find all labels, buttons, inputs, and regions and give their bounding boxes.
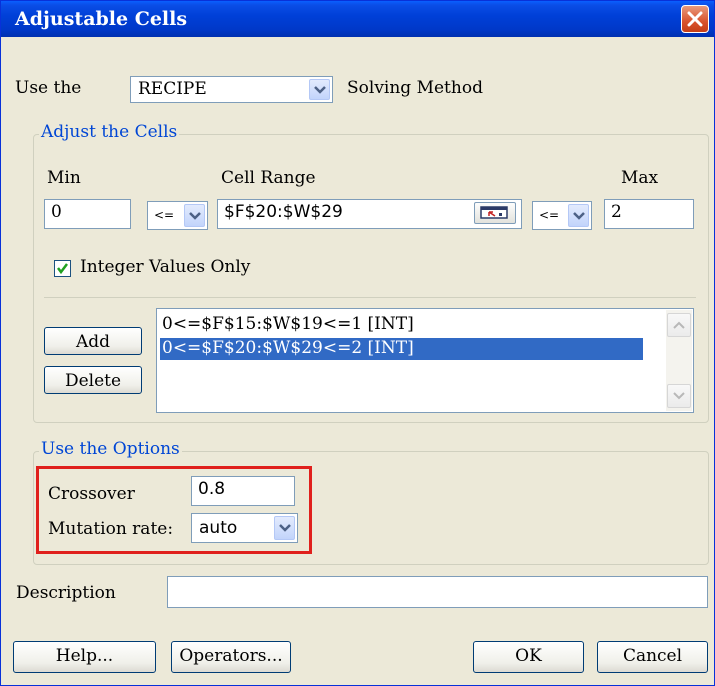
range-select-icon — [480, 206, 508, 219]
close-button[interactable] — [681, 5, 709, 33]
min-operator-dropdown-button[interactable] — [184, 204, 205, 227]
scroll-down-button[interactable] — [667, 384, 691, 408]
operators-button[interactable]: Operators... — [171, 641, 291, 673]
checkmark-icon — [57, 263, 68, 275]
delete-button[interactable]: Delete — [44, 366, 142, 394]
description-input[interactable] — [167, 576, 708, 608]
constraint-item[interactable]: 0<=$F$15:$W$19<=1 [INT] — [160, 314, 414, 336]
cell-range-label: Cell Range — [221, 168, 316, 188]
min-label: Min — [47, 168, 81, 188]
scroll-up-button[interactable] — [667, 313, 691, 337]
solving-method-select[interactable]: RECIPE — [130, 76, 333, 103]
chevron-down-icon — [314, 85, 326, 94]
method-suffix-label: Solving Method — [347, 78, 483, 98]
solving-method-value: RECIPE — [138, 79, 207, 99]
chevron-down-icon — [673, 392, 685, 400]
chevron-down-icon — [573, 211, 585, 220]
title-bar[interactable]: Adjustable Cells — [1, 1, 714, 37]
chevron-up-icon — [673, 321, 685, 329]
constraint-item-selected[interactable]: 0<=$F$20:$W$29<=2 [INT] — [160, 338, 643, 360]
max-operator-select[interactable]: <= — [532, 201, 592, 230]
options-group-title: Use the Options — [39, 439, 182, 459]
adjust-cells-group-title: Adjust the Cells — [39, 122, 180, 142]
adjustable-cells-dialog: Adjustable Cells Use the RECIPE Solving … — [0, 0, 715, 686]
cancel-button-label: Cancel — [622, 646, 683, 666]
max-operator-value: <= — [539, 208, 560, 222]
group-divider — [44, 297, 696, 298]
add-button[interactable]: Add — [44, 327, 142, 355]
integer-only-checkbox[interactable] — [54, 260, 71, 277]
constraints-scrollbar[interactable] — [666, 310, 692, 411]
method-prefix-label: Use the — [15, 78, 82, 98]
min-operator-value: <= — [154, 208, 175, 222]
help-button[interactable]: Help... — [13, 641, 156, 673]
min-operator-select[interactable]: <= — [147, 201, 208, 230]
chevron-down-icon — [189, 211, 201, 220]
max-operator-dropdown-button[interactable] — [568, 204, 589, 227]
integer-only-label: Integer Values Only — [80, 257, 251, 277]
max-label: Max — [621, 168, 659, 188]
operators-button-label: Operators... — [179, 646, 283, 666]
add-button-label: Add — [75, 332, 111, 352]
max-input[interactable]: 2 — [604, 199, 694, 229]
ok-button-label: OK — [515, 646, 542, 666]
constraints-list[interactable]: 0<=$F$15:$W$19<=1 [INT] 0<=$F$20:$W$29<=… — [156, 308, 694, 413]
delete-button-label: Delete — [64, 371, 122, 391]
highlight-box — [36, 466, 312, 554]
help-button-label: Help... — [55, 646, 114, 666]
ok-button[interactable]: OK — [473, 641, 584, 673]
cancel-button[interactable]: Cancel — [597, 641, 708, 673]
solving-method-dropdown-button[interactable] — [309, 79, 330, 100]
window-title: Adjustable Cells — [15, 8, 188, 30]
description-label: Description — [16, 583, 116, 603]
close-icon — [687, 11, 703, 27]
range-picker-button[interactable] — [474, 202, 516, 224]
min-input[interactable]: 0 — [44, 199, 131, 229]
